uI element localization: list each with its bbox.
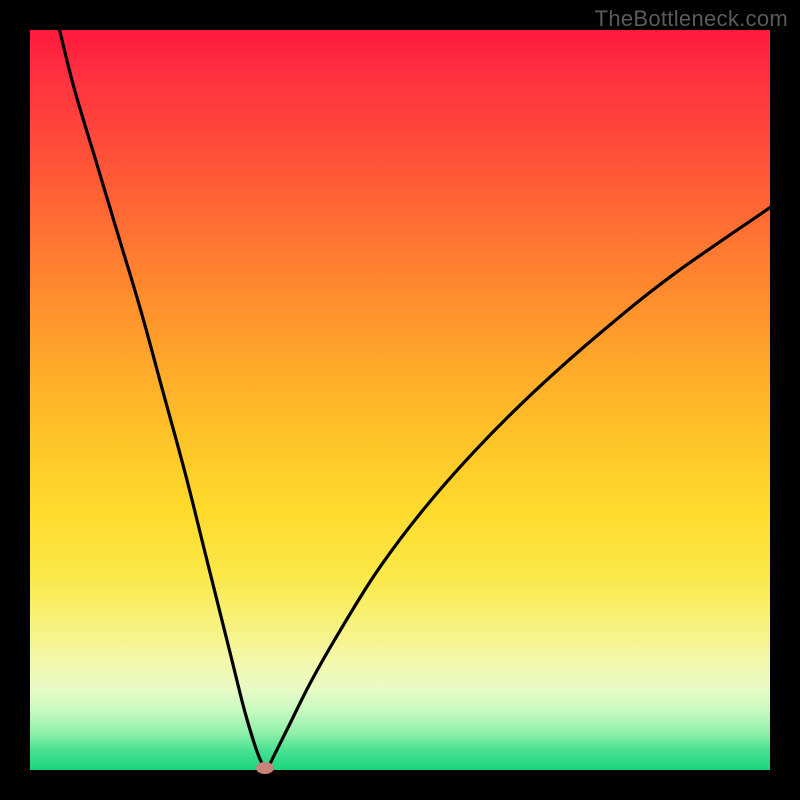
chart-curve-layer <box>30 30 770 770</box>
bottleneck-minimum-marker <box>256 762 274 774</box>
chart-plot-area <box>30 30 770 770</box>
watermark-text: TheBottleneck.com <box>595 6 788 32</box>
bottleneck-curve-path <box>60 30 770 771</box>
